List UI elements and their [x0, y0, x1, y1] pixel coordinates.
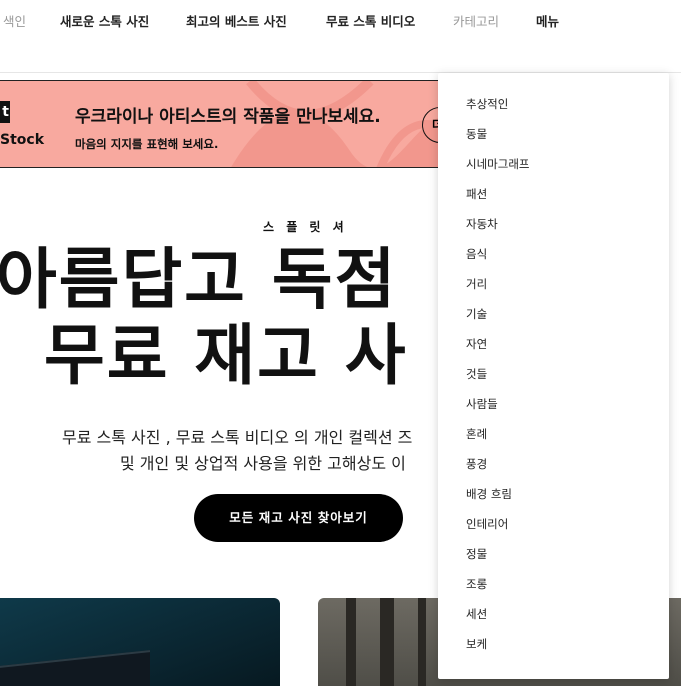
category-item[interactable]: 조롱	[466, 576, 487, 592]
top-navigation: 색인 새로운 스톡 사진 최고의 베스트 사진 무료 스톡 비디오 카테고리 메…	[0, 0, 681, 38]
category-item[interactable]: 사람들	[466, 396, 498, 412]
categories-dropdown-menu: 추상적인 동물 시네마그래프 패션 자동차 음식 거리 기술 자연 것들 사람들…	[438, 73, 669, 679]
category-item[interactable]: 혼례	[466, 426, 487, 442]
category-item[interactable]: 추상적인	[466, 96, 508, 112]
category-item[interactable]: 기술	[466, 306, 487, 322]
hero-eyebrow: 스 플 릿 셔	[263, 220, 348, 234]
promo-banner[interactable]: t Stock 우크라이나 아티스트의 작품을 만나보세요. 마음의 지지를 표…	[0, 80, 460, 168]
banner-subtitle: 마음의 지지를 표현해 보세요.	[75, 137, 219, 151]
tree-trunk	[380, 598, 394, 686]
category-item[interactable]: 보케	[466, 636, 487, 652]
category-item[interactable]: 동물	[466, 126, 487, 142]
nav-item-new-photos[interactable]: 새로운 스톡 사진	[60, 11, 149, 30]
category-item[interactable]: 세션	[466, 606, 487, 622]
nav-item-index[interactable]: 색인	[3, 11, 26, 30]
banner-title: 우크라이나 아티스트의 작품을 만나보세요.	[75, 107, 381, 127]
category-item[interactable]: 것들	[466, 366, 487, 382]
category-item[interactable]: 인테리어	[466, 516, 508, 532]
nav-item-free-videos[interactable]: 무료 스톡 비디오	[326, 11, 415, 30]
brand-logo-wordmark: Stock	[0, 132, 45, 148]
hero-description-line1: 무료 스톡 사진 , 무료 스톡 비디오 의 개인 컬렉션 즈	[62, 428, 413, 447]
page: 색인 새로운 스톡 사진 최고의 베스트 사진 무료 스톡 비디오 카테고리 메…	[0, 0, 681, 686]
brand-logo-mark: t	[0, 101, 10, 123]
nav-item-menu[interactable]: 메뉴	[536, 11, 559, 30]
nav-item-categories[interactable]: 카테고리	[453, 11, 499, 30]
category-item[interactable]: 자동차	[466, 216, 498, 232]
category-item[interactable]: 배경 흐림	[466, 486, 512, 502]
tree-trunk	[418, 598, 426, 686]
hero-headline-line2: 무료 재고 사	[44, 317, 408, 394]
photo-thumbnail-laptop[interactable]	[0, 598, 280, 686]
nav-item-best-photos[interactable]: 최고의 베스트 사진	[186, 11, 287, 30]
tree-trunk	[346, 598, 356, 686]
category-item[interactable]: 자연	[466, 336, 487, 352]
laptop-shape	[0, 650, 150, 686]
browse-all-photos-button[interactable]: 모든 재고 사진 찾아보기	[194, 494, 403, 542]
category-item[interactable]: 시네마그래프	[466, 156, 529, 172]
category-item[interactable]: 거리	[466, 276, 487, 292]
category-item[interactable]: 음식	[466, 246, 487, 262]
category-item[interactable]: 정물	[466, 546, 487, 562]
category-item[interactable]: 풍경	[466, 456, 487, 472]
hero-headline-line1: 아름답고 독점	[0, 241, 398, 318]
category-item[interactable]: 패션	[466, 186, 487, 202]
hero-description-line2: 및 개인 및 상업적 사용을 위한 고해상도 이	[120, 454, 406, 473]
